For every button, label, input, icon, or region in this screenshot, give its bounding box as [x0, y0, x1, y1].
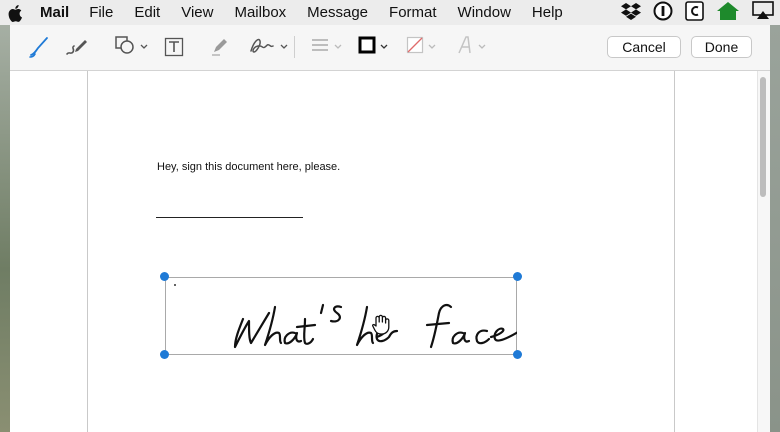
- shapes-tool[interactable]: [114, 35, 148, 59]
- chevron-down-icon: [380, 44, 388, 50]
- border-color-icon: [358, 36, 376, 59]
- line-style-tool[interactable]: [310, 35, 342, 59]
- text-box-icon[interactable]: [164, 35, 184, 59]
- menu-extras: [621, 0, 774, 25]
- menu-message[interactable]: Message: [307, 4, 368, 21]
- dropbox-icon[interactable]: [621, 2, 641, 24]
- border-color-tool[interactable]: [358, 35, 388, 59]
- text-style-icon: [456, 35, 474, 60]
- scrollbar-thumb[interactable]: [760, 77, 766, 197]
- airplay-icon[interactable]: [752, 0, 774, 25]
- grab-hand-cursor-icon: [370, 314, 394, 341]
- chevron-down-icon: [280, 44, 288, 50]
- signature-icon: [248, 34, 276, 61]
- home-icon[interactable]: [716, 1, 740, 25]
- menu-app-name[interactable]: Mail: [40, 4, 69, 21]
- cancel-button[interactable]: Cancel: [607, 36, 681, 58]
- 1password-icon[interactable]: [653, 1, 673, 25]
- line-style-icon: [310, 36, 330, 59]
- menu-file[interactable]: File: [89, 4, 113, 21]
- done-button[interactable]: Done: [691, 36, 752, 58]
- menu-window[interactable]: Window: [458, 4, 511, 21]
- markup-toolbar: Cancel Done: [10, 25, 770, 71]
- text-style-tool[interactable]: [456, 35, 486, 59]
- toolbar-divider: [294, 36, 295, 58]
- chevron-down-icon: [140, 44, 148, 50]
- fill-color-tool[interactable]: [406, 35, 436, 59]
- document-canvas[interactable]: Hey, sign this document here, please.: [10, 71, 770, 432]
- handwritten-signature: [174, 284, 517, 349]
- clipboard-c-icon[interactable]: [685, 0, 704, 25]
- shapes-icon: [114, 34, 136, 61]
- desktop-background-left: [0, 25, 10, 432]
- menu-format[interactable]: Format: [389, 4, 437, 21]
- menu-bar: Mail File Edit View Mailbox Message Form…: [0, 0, 780, 25]
- signature-line: [156, 217, 303, 218]
- menu-edit[interactable]: Edit: [134, 4, 160, 21]
- page-edge-right: [674, 71, 675, 432]
- signature-tool[interactable]: [248, 35, 288, 59]
- markup-window: Cancel Done Hey, sign this document here…: [10, 25, 770, 432]
- sketch-icon[interactable]: [28, 35, 52, 59]
- menu-help[interactable]: Help: [532, 4, 563, 21]
- fill-color-icon: [406, 36, 424, 59]
- highlight-icon[interactable]: [210, 35, 230, 59]
- chevron-down-icon: [478, 44, 486, 50]
- menu-view[interactable]: View: [181, 4, 213, 21]
- menu-mailbox[interactable]: Mailbox: [234, 4, 286, 21]
- chevron-down-icon: [428, 44, 436, 50]
- apple-menu-icon[interactable]: [8, 4, 26, 22]
- desktop-background-right: [770, 25, 780, 432]
- chevron-down-icon: [334, 44, 342, 50]
- draw-icon[interactable]: [64, 35, 90, 59]
- page-edge-left: [87, 71, 88, 432]
- document-text: Hey, sign this document here, please.: [157, 161, 341, 173]
